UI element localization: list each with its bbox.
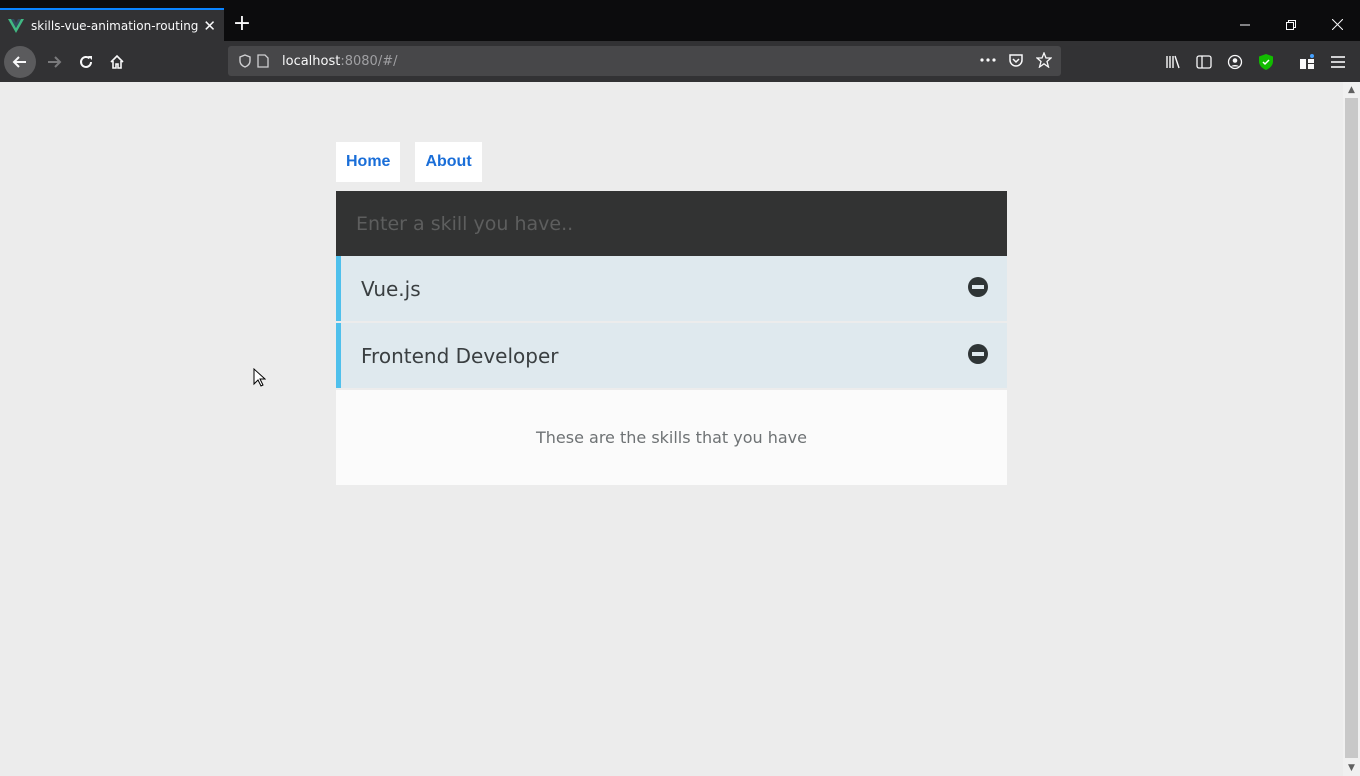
url-bar[interactable]: localhost:8080/#/ [228, 46, 1061, 76]
vue-logo-icon [8, 18, 24, 34]
toolbar-right [1164, 53, 1347, 71]
back-button[interactable] [4, 46, 36, 78]
close-tab-icon[interactable]: ✕ [203, 17, 216, 35]
home-button[interactable] [101, 46, 133, 78]
close-window-button[interactable] [1314, 8, 1360, 41]
reload-button[interactable] [70, 46, 102, 78]
skills-card: Vue.js Frontend Developer These are the … [336, 191, 1007, 485]
skills-footer-text: These are the skills that you have [535, 428, 807, 447]
restore-button[interactable] [1268, 8, 1314, 41]
sidebar-icon[interactable] [1195, 53, 1213, 71]
account-icon[interactable] [1226, 53, 1244, 71]
tab-bar: skills-vue-animation-routing ✕ + [0, 8, 1360, 41]
library-icon[interactable] [1164, 53, 1182, 71]
scroll-down-arrow-icon[interactable]: ▼ [1343, 760, 1360, 776]
shield-icon[interactable] [236, 52, 254, 70]
minus-circle-icon[interactable] [968, 344, 988, 364]
page-viewport: Home About Vue.js Frontend Developer The… [0, 82, 1343, 776]
vertical-scrollbar[interactable]: ▲ ▼ [1343, 82, 1360, 776]
nav-link-home[interactable]: Home [336, 142, 401, 182]
scrollbar-thumb[interactable] [1345, 98, 1358, 758]
extensions-puzzle-icon[interactable] [1298, 53, 1316, 71]
extension-shield-icon[interactable] [1257, 53, 1275, 71]
scroll-up-arrow-icon[interactable]: ▲ [1343, 82, 1360, 98]
mouse-cursor-icon [253, 367, 267, 392]
active-tab[interactable]: skills-vue-animation-routing ✕ [0, 8, 224, 41]
arrow-right-icon [48, 56, 62, 68]
hamburger-menu-icon[interactable] [1329, 53, 1347, 71]
window-top-edge [0, 0, 1360, 8]
skill-name: Vue.js [361, 276, 421, 301]
home-icon [110, 54, 124, 69]
new-tab-button[interactable]: + [232, 13, 252, 35]
url-host: localhost [282, 53, 341, 69]
skill-item: Frontend Developer [336, 323, 1007, 388]
bookmark-star-icon[interactable] [1035, 51, 1053, 69]
arrow-left-icon [12, 56, 26, 68]
reload-icon [80, 55, 92, 68]
skill-input[interactable] [336, 191, 1007, 256]
forward-button[interactable] [38, 46, 70, 78]
skill-item: Vue.js [336, 256, 1007, 321]
skills-footer: These are the skills that you have [336, 390, 1007, 485]
more-actions-icon[interactable] [979, 51, 997, 69]
minus-circle-icon[interactable] [968, 277, 988, 297]
page-info-icon[interactable] [254, 52, 272, 70]
url-text: localhost:8080/#/ [282, 54, 397, 69]
minimize-button[interactable] [1222, 8, 1268, 41]
navigation-toolbar: localhost:8080/#/ [0, 41, 1360, 82]
url-path: :8080/#/ [340, 53, 398, 69]
tab-title: skills-vue-animation-routing [31, 18, 199, 33]
nav-link-about[interactable]: About [415, 142, 482, 182]
route-nav: Home About [336, 142, 482, 182]
skill-name: Frontend Developer [361, 343, 559, 368]
pocket-icon[interactable] [1007, 51, 1025, 69]
